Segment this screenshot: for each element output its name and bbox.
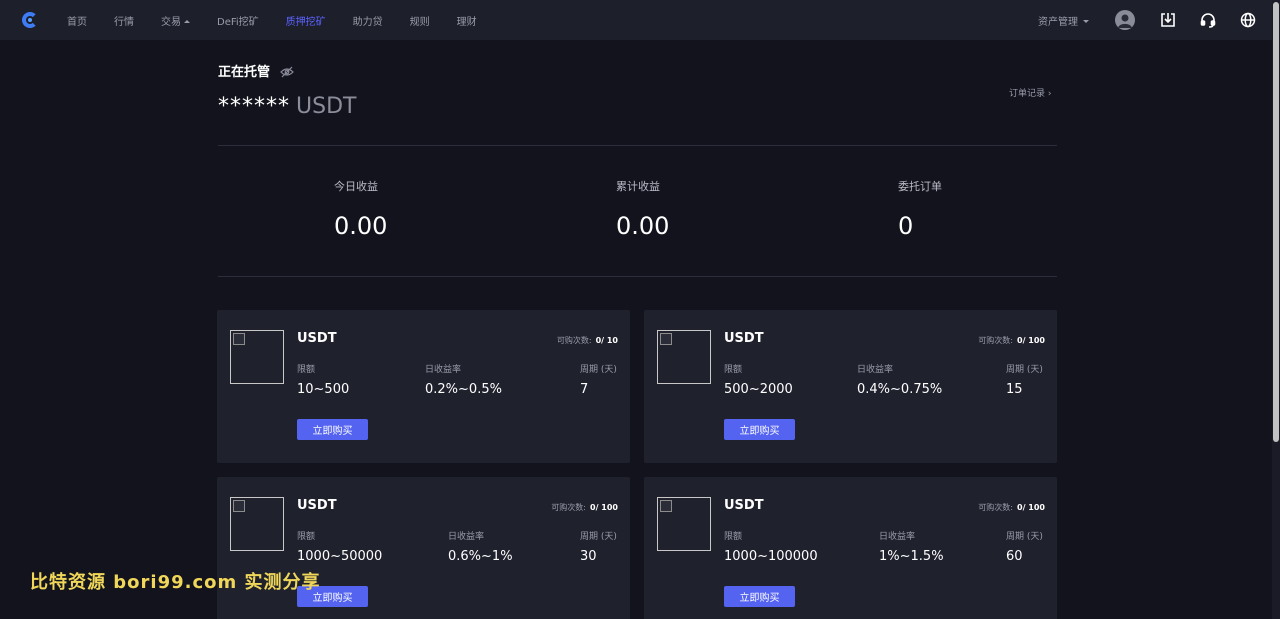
buy-now-button[interactable]: 立即购买 <box>724 419 795 440</box>
logo-icon[interactable] <box>22 12 38 28</box>
nav-item-home[interactable]: 首页 <box>67 13 87 28</box>
holding-title: 正在托管 <box>218 65 271 80</box>
order-records-link[interactable]: 订单记录 › <box>1009 86 1051 99</box>
headset-icon[interactable] <box>1198 10 1218 30</box>
period-value: 60 <box>1006 549 1023 564</box>
daily-rate-value: 0.2%~0.5% <box>425 382 502 397</box>
availability-count: 0/ 100 <box>1017 503 1045 512</box>
divider-top <box>218 145 1057 146</box>
limit-label: 限额 <box>297 365 316 375</box>
buy-now-button[interactable]: 立即购买 <box>724 586 795 607</box>
top-navbar: 首页 行情 交易 DeFi挖矿 质押挖矿 助力贷 规则 理财 资产管理 <box>0 0 1272 40</box>
product-card: USDT 可购次数: 0/ 100 限额 日收益率 周期 (天) 1000~500… <box>217 477 630 619</box>
daily-rate-value: 1%~1.5% <box>879 549 944 564</box>
nav-item-defi-mining[interactable]: DeFi挖矿 <box>217 13 259 28</box>
product-image-placeholder <box>230 497 284 551</box>
stat-entrusted-orders: 委托订单 0 <box>898 178 942 240</box>
period-label: 周期 (天) <box>580 365 617 375</box>
divider-bottom <box>218 276 1057 277</box>
limit-label: 限额 <box>724 532 743 542</box>
main-nav: 首页 行情 交易 DeFi挖矿 质押挖矿 助力贷 规则 理财 <box>67 0 504 40</box>
nav-item-trade[interactable]: 交易 <box>161 13 190 28</box>
holding-unit: USDT <box>296 94 357 119</box>
product-availability: 可购次数: 0/ 100 <box>978 335 1045 346</box>
daily-rate-label: 日收益率 <box>857 365 894 375</box>
availability-count: 0/ 10 <box>595 336 618 345</box>
holding-amount: ****** USDT <box>218 94 356 119</box>
period-label: 周期 (天) <box>580 532 617 542</box>
product-image-placeholder <box>657 497 711 551</box>
daily-rate-value: 0.4%~0.75% <box>857 382 943 397</box>
limit-value: 1000~100000 <box>724 549 818 564</box>
asset-management-label: 资产管理 <box>1038 17 1078 28</box>
globe-icon[interactable] <box>1238 10 1258 30</box>
product-coin: USDT <box>724 498 764 513</box>
caret-up-icon <box>184 19 190 23</box>
daily-rate-label: 日收益率 <box>425 365 462 375</box>
stat-label: 委托订单 <box>898 180 942 193</box>
product-coin: USDT <box>297 498 337 513</box>
limit-value: 500~2000 <box>724 382 793 397</box>
daily-rate-label: 日收益率 <box>879 532 916 542</box>
product-card: USDT 可购次数: 0/ 100 限额 日收益率 周期 (天) 500~2000… <box>644 310 1057 463</box>
watermark-text: 比特资源 bori99.com 实测分享 <box>30 572 321 593</box>
period-value: 30 <box>580 549 597 564</box>
daily-rate-label: 日收益率 <box>448 532 485 542</box>
limit-label: 限额 <box>297 532 316 542</box>
period-value: 15 <box>1006 382 1023 397</box>
stat-value: 0.00 <box>616 212 670 240</box>
product-card: USDT 可购次数: 0/ 10 限额 日收益率 周期 (天) 10~500 0.… <box>217 310 630 463</box>
eye-hidden-icon[interactable] <box>280 63 294 78</box>
stat-label: 累计收益 <box>616 180 660 193</box>
period-value: 7 <box>580 382 589 397</box>
scrollbar-thumb[interactable] <box>1273 2 1279 442</box>
nav-item-finance[interactable]: 理财 <box>457 13 477 28</box>
stat-today-earnings: 今日收益 0.00 <box>334 178 387 240</box>
nav-item-trade-label: 交易 <box>161 16 181 28</box>
period-label: 周期 (天) <box>1006 365 1043 375</box>
nav-item-staking-mining[interactable]: 质押挖矿 <box>286 13 326 28</box>
limit-label: 限额 <box>724 365 743 375</box>
availability-count: 0/ 100 <box>590 503 618 512</box>
stat-label: 今日收益 <box>334 180 378 193</box>
product-coin: USDT <box>724 331 764 346</box>
availability-label: 可购次数: <box>556 336 592 345</box>
period-label: 周期 (天) <box>1006 532 1043 542</box>
product-coin: USDT <box>297 331 337 346</box>
product-availability: 可购次数: 0/ 10 <box>557 335 618 346</box>
availability-label: 可购次数: <box>978 503 1014 512</box>
stat-total-earnings: 累计收益 0.00 <box>616 178 669 240</box>
limit-value: 10~500 <box>297 382 350 397</box>
availability-label: 可购次数: <box>978 336 1014 345</box>
download-icon[interactable] <box>1158 10 1178 30</box>
product-image-placeholder <box>657 330 711 384</box>
product-card: USDT 可购次数: 0/ 100 限额 日收益率 周期 (天) 1000~100… <box>644 477 1057 619</box>
product-availability: 可购次数: 0/ 100 <box>551 502 618 513</box>
nav-item-loan[interactable]: 助力贷 <box>353 13 383 28</box>
product-image-placeholder <box>230 330 284 384</box>
asset-management-menu[interactable]: 资产管理 <box>1038 13 1089 28</box>
buy-now-button[interactable]: 立即购买 <box>297 419 368 440</box>
holding-amount-masked: ****** <box>218 94 290 119</box>
caret-down-icon <box>1083 20 1089 23</box>
nav-item-market[interactable]: 行情 <box>114 13 134 28</box>
stat-value: 0 <box>898 212 914 240</box>
avatar-icon[interactable] <box>1115 10 1135 30</box>
daily-rate-value: 0.6%~1% <box>448 549 513 564</box>
nav-item-rules[interactable]: 规则 <box>410 13 430 28</box>
product-availability: 可购次数: 0/ 100 <box>978 502 1045 513</box>
stat-value: 0.00 <box>334 212 388 240</box>
limit-value: 1000~50000 <box>297 549 383 564</box>
availability-label: 可购次数: <box>551 503 587 512</box>
availability-count: 0/ 100 <box>1017 336 1045 345</box>
